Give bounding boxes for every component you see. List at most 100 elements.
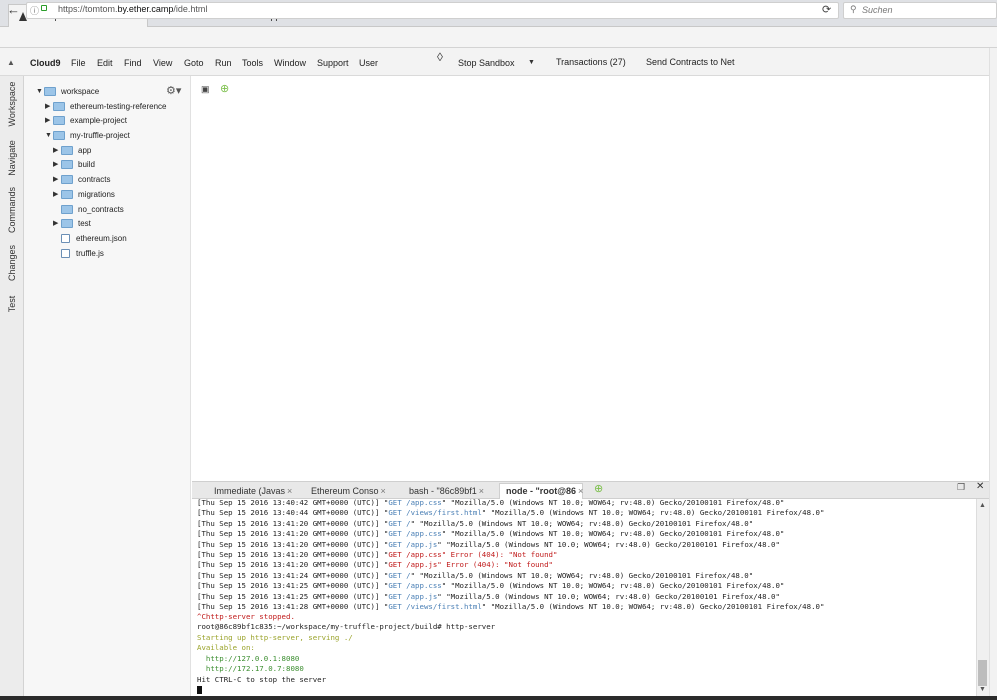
workspace-tree bbox=[24, 76, 191, 696]
chevron-down-icon[interactable]: ▼ bbox=[45, 132, 53, 139]
menu-goto[interactable]: Goto bbox=[184, 58, 204, 68]
tree-item-migrations[interactable]: ▶ migrations bbox=[53, 187, 115, 201]
folder-icon bbox=[61, 174, 73, 184]
chevron-right-icon[interactable]: ▶ bbox=[53, 160, 61, 168]
tree-item-test[interactable]: ▶ test bbox=[53, 216, 91, 230]
tab-immediate[interactable]: Immediate (Javas × bbox=[214, 486, 292, 496]
menu-support[interactable]: Support bbox=[317, 58, 349, 68]
tab-workspace[interactable]: Workspace bbox=[7, 80, 17, 128]
menu-find[interactable]: Find bbox=[124, 58, 142, 68]
lock-icon bbox=[41, 5, 47, 11]
terminal-line: [Thu Sep 15 2016 13:41:20 GMT+0000 (UTC)… bbox=[197, 539, 780, 549]
tree-item-no-contracts[interactable]: no_contracts bbox=[53, 202, 124, 216]
tab-node[interactable]: node - "root@86 × bbox=[506, 486, 583, 496]
menu-edit[interactable]: Edit bbox=[97, 58, 113, 68]
tab-test[interactable]: Test bbox=[7, 292, 17, 316]
terminal-line: [Thu Sep 15 2016 13:40:42 GMT+0000 (UTC)… bbox=[197, 498, 785, 507]
menu-view[interactable]: View bbox=[153, 58, 172, 68]
tree-item-contracts[interactable]: ▶ contracts bbox=[53, 172, 110, 186]
terminal-line: [Thu Sep 15 2016 13:41:20 GMT+0000 (UTC)… bbox=[197, 529, 785, 539]
terminal-line: [Thu Sep 15 2016 13:40:44 GMT+0000 (UTC)… bbox=[197, 508, 825, 518]
restore-icon[interactable]: ❐ bbox=[957, 482, 965, 493]
folder-icon bbox=[61, 204, 73, 214]
terminal-line: http://172.17.0.7:8080 bbox=[197, 664, 304, 673]
folder-icon bbox=[53, 130, 65, 140]
add-tab-icon[interactable]: ⊕ bbox=[220, 82, 229, 95]
right-panel-strip bbox=[989, 48, 997, 696]
gear-icon[interactable]: ⚙▾ bbox=[166, 84, 181, 97]
folder-icon bbox=[53, 101, 65, 111]
info-icon[interactable]: ⓘ bbox=[30, 4, 39, 17]
folder-icon bbox=[53, 115, 65, 125]
terminal-line: [Thu Sep 15 2016 13:41:20 GMT+0000 (UTC)… bbox=[197, 518, 754, 528]
editor-area[interactable] bbox=[192, 76, 989, 482]
close-icon[interactable]: × bbox=[578, 486, 583, 496]
terminal-line: ^Chttp-server stopped. bbox=[197, 612, 295, 621]
ethereum-icon: ◊ bbox=[437, 50, 443, 64]
taskbar-strip bbox=[0, 696, 997, 700]
chevron-down-icon[interactable]: ▼ bbox=[36, 88, 44, 95]
tree-item-build[interactable]: ▶ build bbox=[53, 157, 95, 171]
chevron-right-icon[interactable]: ▶ bbox=[53, 175, 61, 183]
terminal-line: http://127.0.0.1:8080 bbox=[197, 654, 300, 663]
menu-window[interactable]: Window bbox=[274, 58, 306, 68]
chevron-right-icon[interactable]: ▶ bbox=[53, 219, 61, 227]
terminal-line: [Thu Sep 15 2016 13:41:24 GMT+0000 (UTC)… bbox=[197, 570, 754, 580]
terminal-line: [Thu Sep 15 2016 13:41:25 GMT+0000 (UTC)… bbox=[197, 581, 785, 591]
tab-ethereum-console[interactable]: Ethereum Conso × bbox=[311, 486, 386, 496]
ide-window: { "browser": { "tabs": [ {"title": "work… bbox=[0, 0, 997, 700]
tree-item-ethereum-json[interactable]: ethereum.json bbox=[61, 231, 127, 245]
tree-item-example-project[interactable]: ▶ example-project bbox=[45, 113, 127, 127]
menu-tools[interactable]: Tools bbox=[242, 58, 263, 68]
scroll-up-icon[interactable]: ▲ bbox=[979, 502, 986, 509]
back-arrow-icon[interactable]: ← bbox=[7, 2, 20, 17]
tree-item-ethereum-testing-reference[interactable]: ▶ ethereum-testing-reference bbox=[45, 99, 167, 113]
file-icon bbox=[61, 248, 70, 258]
tab-bash[interactable]: bash - "86c89bf1 × bbox=[409, 486, 484, 496]
chevron-down-icon[interactable]: ▼ bbox=[528, 59, 535, 66]
collapse-arrow-icon[interactable]: ▲ bbox=[7, 58, 15, 67]
terminal-line: [Thu Sep 15 2016 13:41:20 GMT+0000 (UTC)… bbox=[197, 560, 553, 570]
cloud9-menu[interactable]: Cloud9 bbox=[30, 58, 61, 68]
stop-sandbox-button[interactable]: Stop Sandbox bbox=[458, 58, 515, 68]
folder-icon bbox=[61, 218, 73, 228]
tree-item-my-truffle-project[interactable]: ▼ my-truffle-project bbox=[45, 128, 130, 142]
reload-icon[interactable]: ⟳ bbox=[822, 3, 831, 16]
transactions-button[interactable]: Transactions (27) bbox=[556, 57, 626, 67]
menu-file[interactable]: File bbox=[71, 58, 86, 68]
tab-navigate[interactable]: Navigate bbox=[7, 135, 17, 181]
terminal-line: root@86c89bf1c835:~/workspace/my-truffle… bbox=[197, 622, 496, 631]
folder-icon bbox=[61, 159, 73, 169]
menu-run[interactable]: Run bbox=[215, 58, 232, 68]
close-panel-icon[interactable]: ✕ bbox=[976, 481, 984, 492]
close-icon[interactable]: × bbox=[381, 486, 386, 496]
add-tab-icon[interactable]: ⊕ bbox=[594, 482, 603, 495]
terminal-line: [Thu Sep 15 2016 13:41:25 GMT+0000 (UTC)… bbox=[197, 591, 780, 601]
url-text: https://tomtom.by.ether.camp/ide.html bbox=[58, 4, 208, 14]
tree-item-workspace[interactable]: ▼ workspace bbox=[36, 84, 99, 98]
tab-commands[interactable]: Commands bbox=[7, 185, 17, 235]
tree-item-app[interactable]: ▶ app bbox=[53, 143, 91, 157]
tab-changes[interactable]: Changes bbox=[7, 241, 17, 285]
close-icon[interactable]: × bbox=[287, 486, 292, 496]
send-contracts-button[interactable]: Send Contracts to Net bbox=[646, 57, 735, 67]
folder-icon bbox=[61, 189, 73, 199]
scroll-down-icon[interactable]: ▼ bbox=[979, 686, 986, 693]
chevron-right-icon[interactable]: ▶ bbox=[53, 146, 61, 154]
chevron-right-icon[interactable]: ▶ bbox=[45, 116, 53, 124]
folder-icon bbox=[44, 86, 56, 96]
chevron-right-icon[interactable]: ▶ bbox=[45, 102, 53, 110]
search-icon: ⚲ bbox=[850, 4, 857, 14]
close-icon[interactable]: × bbox=[479, 486, 484, 496]
terminal-line: Hit CTRL-C to stop the server bbox=[197, 675, 327, 684]
navigation-bar bbox=[0, 27, 997, 48]
terminal-cursor bbox=[197, 686, 202, 694]
editor-layout-icon[interactable]: ▣ bbox=[201, 84, 210, 95]
folder-icon bbox=[61, 145, 73, 155]
tree-item-truffle-js[interactable]: truffle.js bbox=[61, 246, 104, 260]
chevron-right-icon[interactable]: ▶ bbox=[53, 190, 61, 198]
terminal-line: Available on: bbox=[197, 643, 255, 652]
file-icon bbox=[61, 233, 70, 243]
menu-user[interactable]: User bbox=[359, 58, 378, 68]
scrollbar-thumb[interactable] bbox=[978, 660, 987, 686]
